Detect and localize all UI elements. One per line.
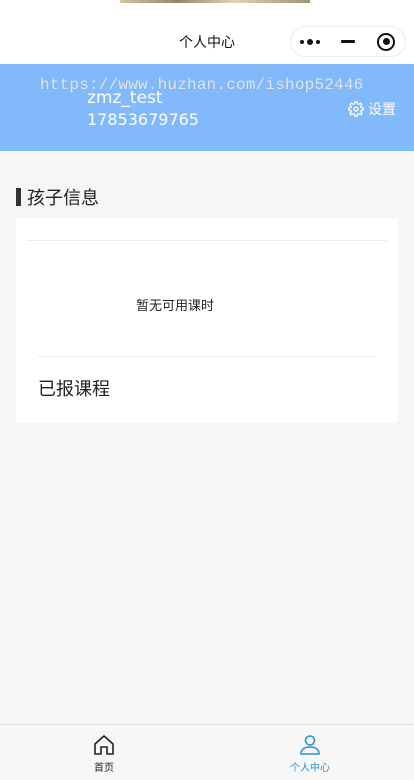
divider [38,356,376,357]
child-info-heading: 孩子信息 [16,184,99,210]
enrolled-courses-title[interactable]: 已报课程 [38,375,110,401]
settings-label: 设置 [368,102,396,118]
empty-lessons-message: 暂无可用课时 [136,299,215,314]
user-header: https://www.huzhan.com/ishop52446 zmz_te… [0,64,414,151]
username: zmz_test [87,88,163,108]
bottom-tabbar: 首页 个人中心 [0,724,414,780]
settings-button[interactable]: 设置 [348,99,396,119]
more-button[interactable] [291,27,329,56]
gear-icon [348,101,364,117]
child-info-card: 暂无可用课时 已报课程 [16,218,398,423]
top-navbar: 个人中心 [0,0,414,64]
close-button[interactable] [367,27,405,56]
divider [27,240,387,241]
tab-home[interactable]: 首页 [74,733,134,774]
home-icon [94,735,114,755]
minimize-button[interactable] [329,27,367,56]
more-dots-icon [300,38,320,45]
heading-accent-bar [16,188,21,206]
photo-strip-decoration [120,0,310,3]
minimize-icon [341,40,355,43]
user-icon [300,735,320,755]
tab-profile-label: 个人中心 [290,763,330,774]
tab-home-label: 首页 [94,763,114,774]
menu-capsule [290,26,406,57]
target-close-icon [377,32,395,51]
phone-number: 17853679765 [87,110,199,129]
child-info-title: 孩子信息 [27,188,99,209]
tab-profile[interactable]: 个人中心 [280,733,340,774]
